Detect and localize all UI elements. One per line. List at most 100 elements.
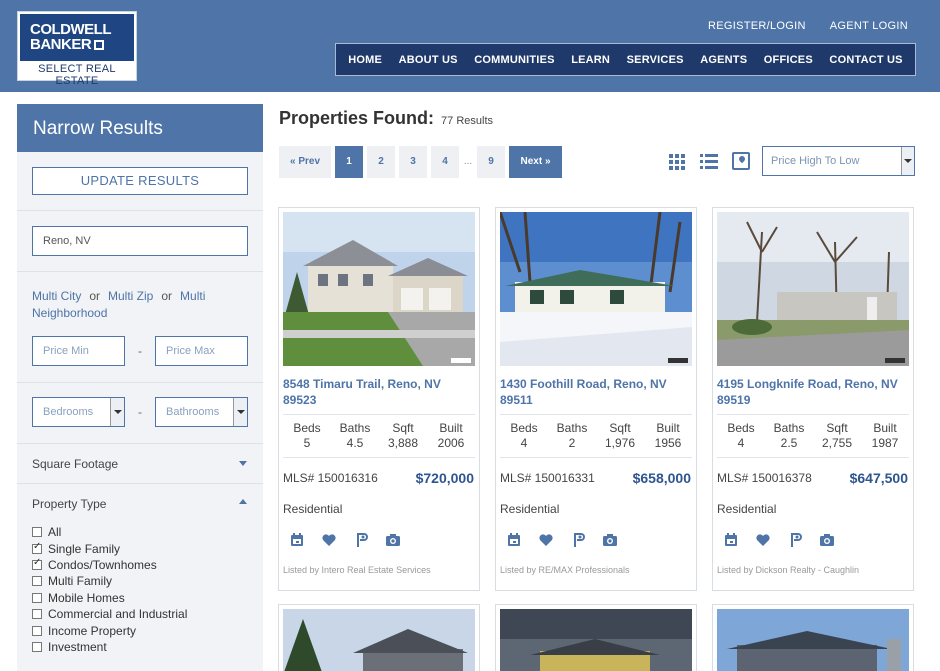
agent-login-link[interactable]: AGENT LOGIN bbox=[830, 20, 908, 32]
listing-card[interactable]: 1430 Foothill Road, Reno, NV 89511 Beds 4 B… bbox=[495, 207, 697, 591]
property-type-option[interactable]: Single Family bbox=[32, 540, 248, 556]
page-4-button[interactable]: 4 bbox=[431, 146, 459, 178]
listed-by: Listed by Dickson Realty - Caughlin bbox=[717, 565, 860, 575]
listing-photo[interactable] bbox=[283, 212, 475, 366]
listing-actions bbox=[506, 532, 618, 548]
nav-communities[interactable]: COMMUNITIES bbox=[474, 54, 554, 66]
pagination: « Prev 1 2 3 4 ... 9 Next » bbox=[279, 146, 562, 178]
property-type-option[interactable]: Multi Family bbox=[32, 573, 248, 589]
map-pin-icon[interactable] bbox=[353, 532, 369, 548]
calendar-icon[interactable] bbox=[506, 532, 522, 548]
page-3-button[interactable]: 3 bbox=[399, 146, 427, 178]
main-nav: HOME ABOUT US COMMUNITIES LEARN SERVICES… bbox=[335, 43, 916, 76]
listing-address-link[interactable]: 1430 Foothill Road, Reno, NV 89511 bbox=[500, 376, 694, 408]
checkbox[interactable] bbox=[32, 625, 42, 636]
sqft-value: 3,888 bbox=[387, 436, 419, 450]
nav-offices[interactable]: OFFICES bbox=[764, 54, 813, 66]
view-toggle bbox=[668, 152, 750, 170]
nav-services[interactable]: SERVICES bbox=[627, 54, 684, 66]
baths-value: 2.5 bbox=[780, 436, 798, 450]
checkbox[interactable] bbox=[32, 557, 42, 570]
heart-icon[interactable] bbox=[321, 532, 337, 548]
checkbox[interactable] bbox=[32, 527, 42, 538]
checkbox[interactable] bbox=[32, 641, 42, 652]
property-type-toggle[interactable]: Property Type bbox=[17, 484, 263, 524]
checkbox[interactable] bbox=[32, 576, 42, 587]
logo-square-icon bbox=[94, 40, 105, 51]
camera-icon[interactable] bbox=[385, 532, 401, 548]
bedrooms-select[interactable]: Bedrooms bbox=[32, 397, 125, 427]
built-value: 1987 bbox=[871, 436, 899, 450]
camera-icon[interactable] bbox=[602, 532, 618, 548]
listing-stats: Beds 4 Baths 2.5 Sqft 2,755 Built 1987 bbox=[717, 414, 909, 458]
pager-ellipsis: ... bbox=[463, 156, 473, 167]
mls-number: MLS# 150016331 bbox=[500, 471, 595, 485]
calendar-icon[interactable] bbox=[289, 532, 305, 548]
page-9-button[interactable]: 9 bbox=[477, 146, 505, 178]
map-pin-icon[interactable] bbox=[570, 532, 586, 548]
listing-photo bbox=[717, 609, 909, 671]
multi-zip-link[interactable]: Multi Zip bbox=[108, 289, 153, 303]
property-type-option[interactable]: Mobile Homes bbox=[32, 590, 248, 606]
prev-page-button[interactable]: « Prev bbox=[279, 146, 331, 178]
listing-stats: Beds 4 Baths 2 Sqft 1,976 Built 1956 bbox=[500, 414, 692, 458]
listing-card-partial[interactable] bbox=[495, 604, 697, 671]
listing-stats: Beds 5 Baths 4.5 Sqft 3,888 Built 2006 bbox=[283, 414, 475, 458]
update-results-button[interactable]: UPDATE RESULTS bbox=[32, 167, 248, 195]
built-value: 1956 bbox=[654, 436, 682, 450]
listed-by: Listed by Intero Real Estate Services bbox=[283, 565, 431, 575]
listing-photo[interactable] bbox=[717, 212, 909, 366]
location-input[interactable]: Reno, NV bbox=[32, 226, 248, 256]
property-type-option[interactable]: Condos/Townhomes bbox=[32, 557, 248, 573]
next-page-button[interactable]: Next » bbox=[509, 146, 562, 178]
page-2-button[interactable]: 2 bbox=[367, 146, 395, 178]
square-footage-toggle[interactable]: Square Footage bbox=[17, 444, 263, 484]
mls-number: MLS# 150016316 bbox=[283, 471, 378, 485]
nav-home[interactable]: HOME bbox=[348, 54, 382, 66]
page-1-button[interactable]: 1 bbox=[335, 146, 363, 178]
chevron-down-icon bbox=[901, 147, 914, 175]
beds-value: 4 bbox=[520, 436, 528, 450]
nav-learn[interactable]: LEARN bbox=[571, 54, 610, 66]
listing-actions bbox=[289, 532, 401, 548]
heart-icon[interactable] bbox=[538, 532, 554, 548]
grid-view-icon[interactable] bbox=[668, 152, 686, 170]
list-view-icon[interactable] bbox=[700, 152, 718, 170]
site-header: COLDWELL BANKER SELECT REAL ESTATE REGIS… bbox=[0, 0, 940, 92]
bathrooms-select[interactable]: Bathrooms bbox=[155, 397, 248, 427]
property-type-option[interactable]: Commercial and Industrial bbox=[32, 606, 248, 622]
camera-icon[interactable] bbox=[819, 532, 835, 548]
listing-card-partial[interactable] bbox=[278, 604, 480, 671]
listing-card[interactable]: 8548 Timaru Trail, Reno, NV 89523 Beds 5 Ba… bbox=[278, 207, 480, 591]
sort-select[interactable]: Price High To Low bbox=[762, 146, 915, 176]
listing-photo bbox=[283, 609, 475, 671]
mls-number: MLS# 150016378 bbox=[717, 471, 812, 485]
top-links: REGISTER/LOGIN AGENT LOGIN bbox=[708, 20, 908, 32]
coldwell-banker-logo[interactable]: COLDWELL BANKER SELECT REAL ESTATE bbox=[17, 11, 137, 87]
listing-card[interactable]: 4195 Longknife Road, Reno, NV 89519 Beds 4… bbox=[712, 207, 914, 591]
register-login-link[interactable]: REGISTER/LOGIN bbox=[708, 20, 806, 32]
checkbox[interactable] bbox=[32, 609, 42, 620]
multi-city-link[interactable]: Multi City bbox=[32, 289, 81, 303]
listing-card-partial[interactable] bbox=[712, 604, 914, 671]
property-type-option[interactable]: Investment bbox=[32, 639, 248, 655]
caret-up-icon bbox=[239, 499, 247, 504]
checkbox[interactable] bbox=[32, 541, 42, 554]
price-max-input[interactable]: Price Max bbox=[155, 336, 248, 366]
price-min-input[interactable]: Price Min bbox=[32, 336, 125, 366]
heart-icon[interactable] bbox=[755, 532, 771, 548]
map-view-icon[interactable] bbox=[732, 152, 750, 170]
listing-address-link[interactable]: 4195 Longknife Road, Reno, NV 89519 bbox=[717, 376, 911, 408]
listing-photo bbox=[500, 609, 692, 671]
listing-address-link[interactable]: 8548 Timaru Trail, Reno, NV 89523 bbox=[283, 376, 477, 408]
calendar-icon[interactable] bbox=[723, 532, 739, 548]
checkbox[interactable] bbox=[32, 592, 42, 603]
nav-agents[interactable]: AGENTS bbox=[700, 54, 747, 66]
property-type-option[interactable]: Income Property bbox=[32, 622, 248, 638]
listing-photo[interactable] bbox=[500, 212, 692, 366]
map-pin-icon[interactable] bbox=[787, 532, 803, 548]
nav-contact-us[interactable]: CONTACT US bbox=[829, 54, 902, 66]
sqft-value: 2,755 bbox=[821, 436, 853, 450]
nav-about-us[interactable]: ABOUT US bbox=[399, 54, 458, 66]
property-type-option[interactable]: All bbox=[32, 524, 248, 540]
